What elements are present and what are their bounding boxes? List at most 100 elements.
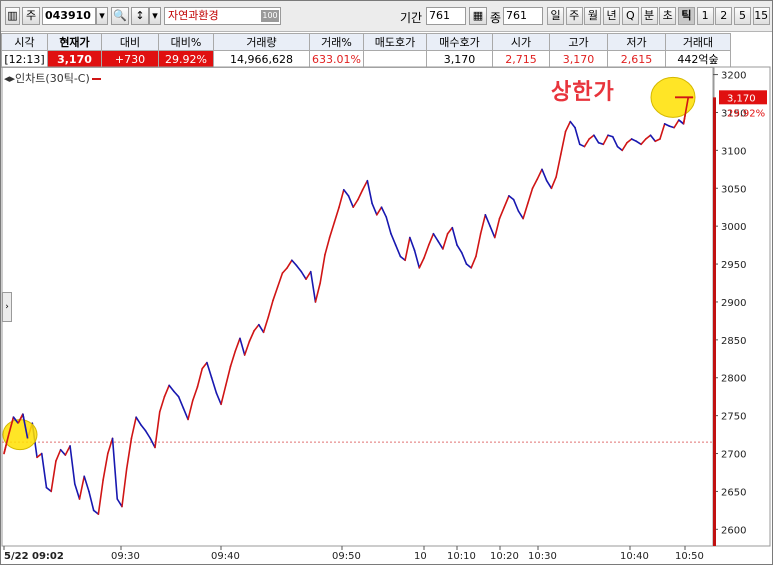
price-segment xyxy=(319,254,326,284)
price-segment xyxy=(659,123,666,140)
price-segment xyxy=(611,135,619,148)
price-segment xyxy=(376,206,383,216)
price-segment xyxy=(418,257,425,269)
price-segment xyxy=(239,337,246,356)
price-segment xyxy=(342,188,350,197)
price-segment xyxy=(168,384,175,393)
price-segment xyxy=(116,498,123,508)
price-segment xyxy=(267,299,274,318)
price-segment xyxy=(338,188,345,209)
x-tick-label: 10:20 xyxy=(490,551,519,562)
price-segment xyxy=(206,361,213,379)
y-tick-label: 3200 xyxy=(721,71,746,82)
x-tick-label: 10:30 xyxy=(528,551,557,562)
x-tick-label: 10 xyxy=(414,551,427,562)
price-segment xyxy=(673,119,680,129)
price-segment xyxy=(163,384,170,398)
price-segment xyxy=(583,138,590,148)
tick-chart: 3200315031003050300029502900285028002750… xyxy=(1,66,771,562)
price-segment xyxy=(64,445,71,456)
price-segment xyxy=(635,140,642,146)
price-segment xyxy=(602,134,609,146)
y-tick-label: 2800 xyxy=(721,374,746,385)
price-segment xyxy=(225,365,232,387)
price-segment xyxy=(564,120,572,133)
price-segment xyxy=(399,255,406,262)
price-segment xyxy=(324,236,331,256)
y-tick-label: 2650 xyxy=(721,487,746,498)
price-segment xyxy=(508,195,515,201)
price-segment xyxy=(69,445,76,485)
price-segment xyxy=(498,206,506,220)
price-segment xyxy=(272,285,279,302)
price-segment xyxy=(366,179,373,205)
price-segment xyxy=(479,213,487,235)
price-segment xyxy=(291,259,298,267)
price-segment xyxy=(484,213,491,227)
price-segment xyxy=(437,240,444,250)
price-segment xyxy=(220,384,227,406)
price-segment xyxy=(196,367,204,388)
price-segment xyxy=(258,323,265,334)
y-tick-label: 3000 xyxy=(721,222,746,233)
price-segment xyxy=(210,376,218,394)
x-tick-label: 10:50 xyxy=(675,551,704,562)
x-tick-label: 5/22 09:02 xyxy=(4,551,64,562)
price-segment xyxy=(640,138,647,146)
price-segment xyxy=(300,270,307,281)
price-segment xyxy=(276,272,284,288)
price-segment xyxy=(545,179,553,190)
price-segment xyxy=(177,395,185,409)
last-price-pct: 29.92% xyxy=(727,108,765,119)
price-segment xyxy=(187,399,194,421)
price-segment xyxy=(295,264,303,273)
price-segment xyxy=(88,490,95,512)
price-segment xyxy=(413,249,421,269)
price-segment xyxy=(522,202,529,220)
price-segment xyxy=(385,216,392,235)
price-segment xyxy=(536,168,543,180)
price-segment xyxy=(78,475,86,500)
price-segment xyxy=(616,145,624,152)
last-price-label: 3,170 xyxy=(727,93,756,104)
x-tick-label: 10:40 xyxy=(620,551,649,562)
price-segment xyxy=(262,316,270,334)
price-segment xyxy=(40,452,48,489)
price-segment xyxy=(588,134,595,140)
price-segment xyxy=(423,244,430,259)
price-segment xyxy=(574,126,581,146)
price-segment xyxy=(333,206,340,224)
price-segment xyxy=(140,423,147,432)
price-segment xyxy=(314,282,321,303)
price-segment xyxy=(390,232,397,246)
price-segment xyxy=(649,134,657,143)
price-segment xyxy=(475,232,482,258)
price-segment xyxy=(560,130,567,155)
price-segment xyxy=(121,467,128,508)
price-segment xyxy=(352,198,359,209)
price-segment xyxy=(130,416,137,440)
price-segment xyxy=(73,483,81,500)
y-tick-label: 2700 xyxy=(721,450,746,461)
y-tick-label: 2900 xyxy=(721,298,746,309)
price-segment xyxy=(569,120,576,129)
price-segment xyxy=(125,437,133,470)
price-segment xyxy=(404,236,411,262)
price-segment xyxy=(527,187,534,205)
price-segment xyxy=(229,350,237,368)
price-segment xyxy=(50,460,57,493)
price-segment xyxy=(446,226,454,235)
price-segment xyxy=(361,179,369,191)
price-segment xyxy=(191,386,199,402)
price-segment xyxy=(253,323,260,332)
price-segment xyxy=(541,168,548,182)
price-segment xyxy=(97,479,104,515)
price-segment xyxy=(357,188,364,201)
y-tick-label: 2750 xyxy=(721,412,746,423)
price-segment xyxy=(465,263,472,269)
y-tick-label: 2850 xyxy=(721,336,746,347)
price-segment xyxy=(309,270,317,303)
price-segment xyxy=(427,232,435,246)
price-segment xyxy=(503,195,510,209)
price-segment xyxy=(182,407,189,421)
